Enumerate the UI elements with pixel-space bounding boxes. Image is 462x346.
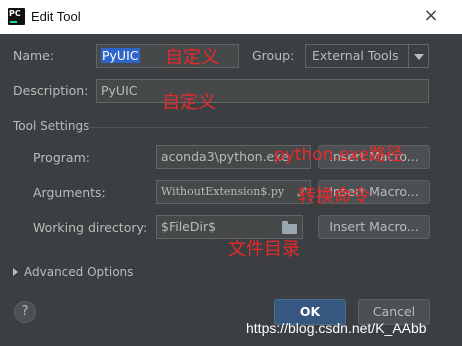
watermark-text: https://blog.csdn.net/K_AAbb (246, 320, 427, 336)
description-input[interactable]: PyUIC (96, 79, 429, 103)
window-title: Edit Tool (31, 9, 81, 24)
name-annotation: 自定义 (165, 47, 219, 68)
arguments-label: Arguments: (33, 185, 106, 200)
close-icon[interactable]: × (420, 5, 442, 27)
chevron-down-icon (408, 45, 428, 67)
working-directory-input-value: $FileDir$ (161, 219, 217, 234)
program-annotation: python.exe路径 (274, 145, 404, 165)
pycharm-logo-icon: PC (8, 8, 25, 25)
section-divider (88, 127, 429, 128)
arguments-annotation: 转换命令 (298, 186, 370, 207)
program-input-value: aconda3\python.exe (161, 149, 289, 164)
chevron-right-icon[interactable] (13, 268, 18, 276)
working-directory-label: Working directory: (33, 220, 148, 235)
program-label: Program: (33, 150, 90, 165)
tool-settings-heading: Tool Settings (13, 119, 90, 133)
arguments-input[interactable]: WithoutExtension$.py (156, 180, 311, 204)
group-select-value: External Tools (312, 48, 399, 63)
help-icon[interactable]: ? (14, 301, 36, 323)
window-title-bar: PC Edit Tool × (0, 0, 462, 34)
group-label: Group: (252, 48, 295, 63)
arguments-input-value: WithoutExtension$.py (161, 185, 285, 198)
name-input-value: PyUIC (101, 48, 140, 63)
description-input-value: PyUIC (101, 83, 138, 98)
app-icon-text: PC (9, 9, 21, 18)
description-label: Description: (13, 83, 89, 98)
description-annotation: 自定义 (162, 92, 216, 113)
folder-icon[interactable] (282, 221, 297, 234)
working-directory-insert-macro-button[interactable]: Insert Macro... (318, 215, 430, 239)
name-label: Name: (13, 48, 55, 63)
advanced-options-toggle[interactable]: Advanced Options (24, 265, 133, 279)
group-select[interactable]: External Tools (305, 44, 429, 68)
working-directory-annotation: 文件目录 (228, 239, 300, 260)
